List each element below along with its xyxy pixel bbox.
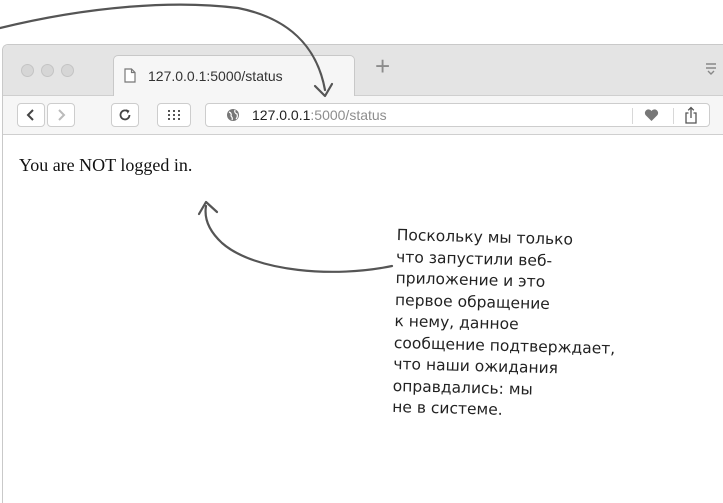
arrow-to-message-head bbox=[197, 200, 219, 216]
arrow-to-url bbox=[0, 3, 327, 92]
arrow-to-message bbox=[204, 204, 394, 273]
annotation-note: Поскольку мы только что запустили веб- п… bbox=[392, 225, 719, 427]
